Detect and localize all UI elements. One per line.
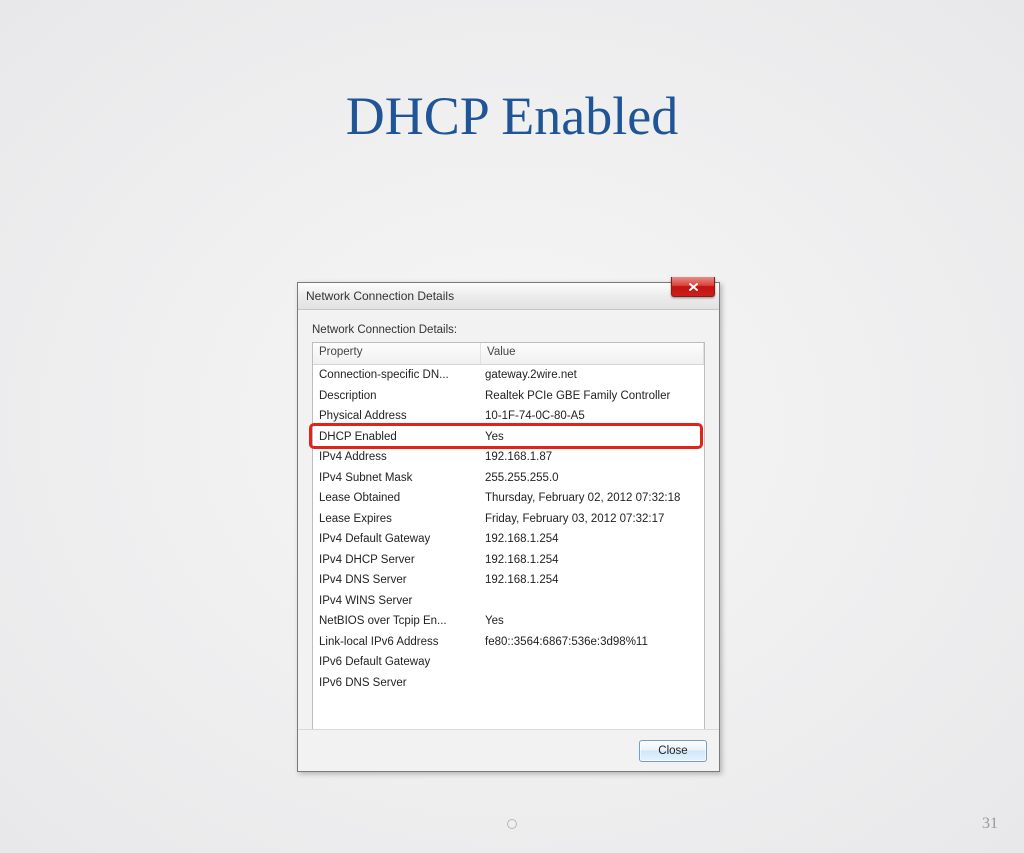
col-value[interactable]: Value — [481, 343, 704, 364]
table-row[interactable]: IPv6 DNS Server — [313, 673, 704, 694]
table-row[interactable]: Physical Address10-1F-74-0C-80-A5 — [313, 406, 704, 427]
dialog-body: Network Connection Details: Property Val… — [298, 310, 719, 738]
dialog-footer: Close — [298, 729, 719, 771]
table-row[interactable]: Link-local IPv6 Addressfe80::3564:6867:5… — [313, 632, 704, 653]
col-property[interactable]: Property — [313, 343, 481, 364]
dialog-title: Network Connection Details — [306, 289, 454, 303]
details-listview[interactable]: Property Value Connection-specific DN...… — [312, 342, 705, 730]
window-close-button[interactable] — [671, 277, 715, 297]
table-row[interactable]: IPv4 WINS Server — [313, 591, 704, 612]
nav-indicator-icon — [507, 819, 517, 829]
table-row[interactable]: IPv6 Default Gateway — [313, 652, 704, 673]
table-row[interactable]: IPv4 DNS Server192.168.1.254 — [313, 570, 704, 591]
table-row[interactable]: NetBIOS over Tcpip En...Yes — [313, 611, 704, 632]
table-row[interactable]: IPv4 Address192.168.1.87 — [313, 447, 704, 468]
table-row[interactable]: IPv4 Default Gateway192.168.1.254 — [313, 529, 704, 550]
slide-number: 31 — [982, 815, 998, 833]
table-row[interactable]: DescriptionRealtek PCIe GBE Family Contr… — [313, 386, 704, 407]
table-row[interactable]: IPv4 Subnet Mask255.255.255.0 — [313, 468, 704, 489]
network-details-dialog: Network Connection Details Network Conne… — [297, 282, 720, 772]
close-icon — [688, 282, 699, 292]
body-label: Network Connection Details: — [312, 324, 705, 336]
table-row[interactable]: Connection-specific DN...gateway.2wire.n… — [313, 365, 704, 386]
table-row[interactable]: IPv4 DHCP Server192.168.1.254 — [313, 550, 704, 571]
listview-header: Property Value — [313, 343, 704, 365]
close-button[interactable]: Close — [639, 740, 707, 762]
table-row[interactable]: DHCP EnabledYes — [313, 427, 704, 448]
titlebar: Network Connection Details — [298, 283, 719, 310]
slide-title: DHCP Enabled — [0, 85, 1024, 147]
table-row[interactable]: Lease ObtainedThursday, February 02, 201… — [313, 488, 704, 509]
table-row[interactable]: Lease ExpiresFriday, February 03, 2012 0… — [313, 509, 704, 530]
listview-rows: Connection-specific DN...gateway.2wire.n… — [313, 365, 704, 693]
